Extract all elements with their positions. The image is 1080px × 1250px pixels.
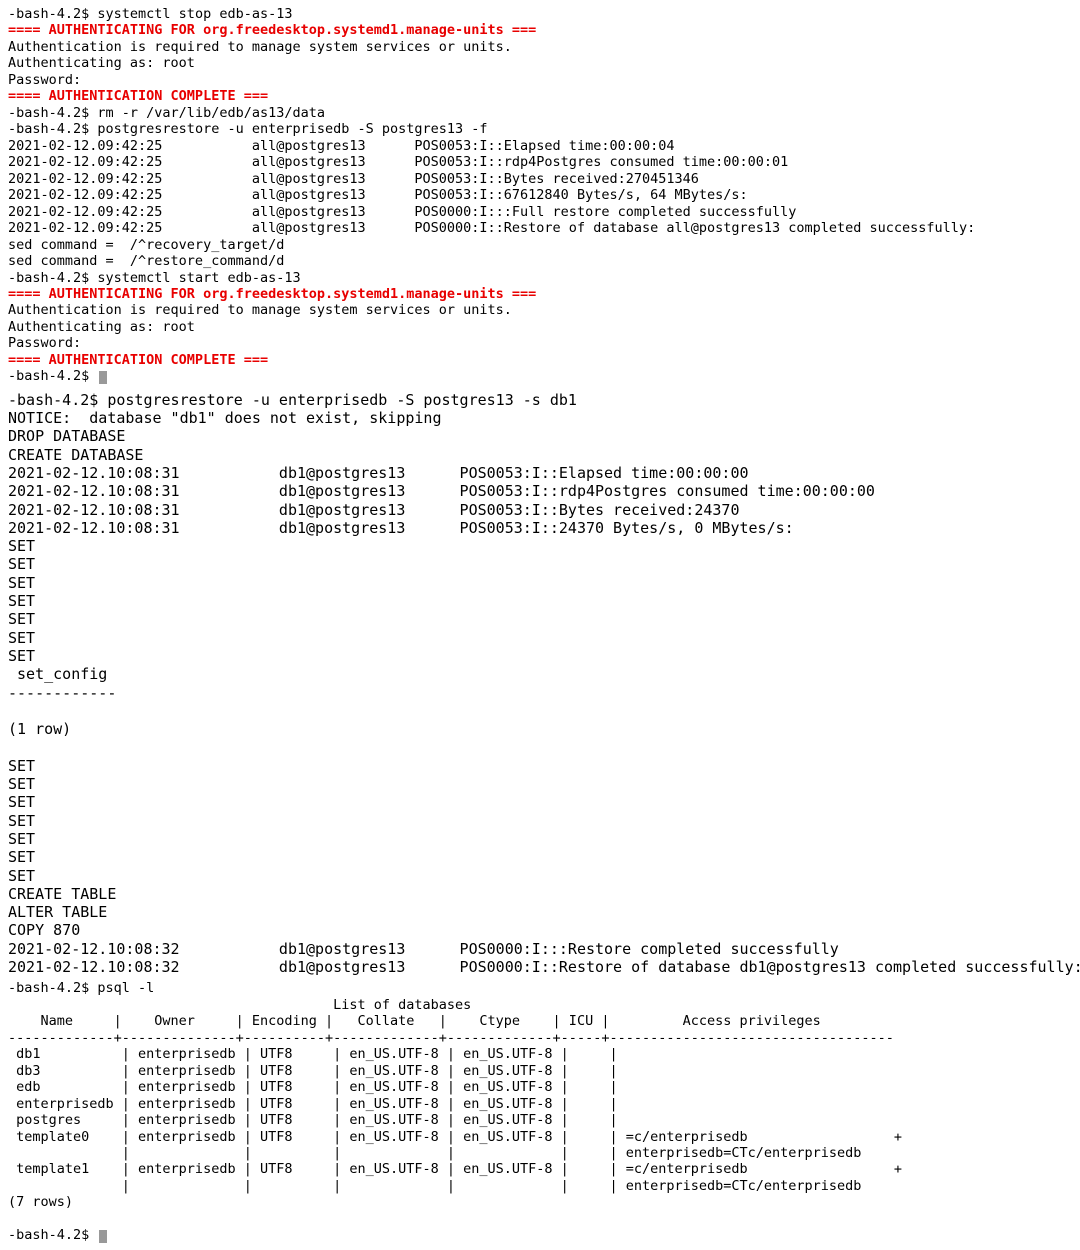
alter-table: ALTER TABLE [8, 903, 1072, 921]
set-line: SET [8, 867, 1072, 885]
blank [8, 1211, 1072, 1227]
prompt-line[interactable]: -bash-4.2$ psql -l [8, 980, 1072, 996]
password-prompt[interactable]: Password: [8, 335, 1072, 351]
shell-prompt-idle[interactable]: -bash-4.2$ [8, 368, 1072, 384]
table-row: db3 | enterprisedb | UTF8 | en_US.UTF-8 … [8, 1063, 1072, 1079]
auth-required: Authentication is required to manage sys… [8, 302, 1072, 318]
auth-complete: ==== AUTHENTICATION COMPLETE === [8, 88, 1072, 104]
db-list-rows: db1 | enterprisedb | UTF8 | en_US.UTF-8 … [8, 1046, 1072, 1194]
cursor-icon [99, 1230, 106, 1244]
set-line: SET [8, 592, 1072, 610]
auth-as: Authenticating as: root [8, 319, 1072, 335]
restore-log: 2021-02-12.09:42:25 all@postgres13 POS00… [8, 138, 1072, 237]
sed-line: sed command = /^recovery_target/d [8, 237, 1072, 253]
create-db: CREATE DATABASE [8, 446, 1072, 464]
table-row: db1 | enterprisedb | UTF8 | en_US.UTF-8 … [8, 1046, 1072, 1062]
cmd-start: systemctl start edb-as-13 [97, 270, 300, 286]
set-line: SET [8, 629, 1072, 647]
sed-line: sed command = /^restore_command/d [8, 253, 1072, 269]
prompt-line[interactable]: -bash-4.2$ systemctl stop edb-as-13 [8, 6, 1072, 22]
set-line: SET [8, 793, 1072, 811]
set-block: SETSETSETSETSETSETSET [8, 757, 1072, 885]
auth-for: ==== AUTHENTICATING FOR org.freedesktop.… [8, 22, 1072, 38]
cmd-stop: systemctl stop edb-as-13 [97, 6, 292, 22]
table-row: template1 | enterprisedb | UTF8 | en_US.… [8, 1161, 1072, 1177]
blank [8, 702, 1072, 720]
log-line: 2021-02-12.09:42:25 all@postgres13 POS00… [8, 204, 1072, 220]
notice-line: NOTICE: database "db1" does not exist, s… [8, 409, 1072, 427]
cmd-restore-full: postgresrestore -u enterprisedb -S postg… [97, 121, 487, 137]
set-line: SET [8, 537, 1072, 555]
prompt-line[interactable]: -bash-4.2$ systemctl start edb-as-13 [8, 270, 1072, 286]
set-line: SET [8, 647, 1072, 665]
set-line: SET [8, 775, 1072, 793]
auth-as: Authenticating as: root [8, 55, 1072, 71]
log-line: 2021-02-12.09:42:25 all@postgres13 POS00… [8, 220, 1072, 236]
log-line: 2021-02-12.10:08:32 db1@postgres13 POS00… [8, 940, 1072, 958]
set-block: SETSETSETSETSETSETSET [8, 537, 1072, 665]
cursor-icon [99, 371, 106, 385]
dashes: ------------ [8, 684, 1072, 702]
drop-db: DROP DATABASE [8, 427, 1072, 445]
set-line: SET [8, 812, 1072, 830]
table-row: postgres | enterprisedb | UTF8 | en_US.U… [8, 1112, 1072, 1128]
cmd-rm: rm -r /var/lib/edb/as13/data [97, 105, 325, 121]
table-row: | | | | | | enterprisedb=CTc/enterprised… [8, 1178, 1072, 1194]
log-line: 2021-02-12.10:08:31 db1@postgres13 POS00… [8, 482, 1072, 500]
prompt-line[interactable]: -bash-4.2$ postgresrestore -u enterprise… [8, 391, 1072, 409]
cmd-restore-db1: postgresrestore -u enterprisedb -S postg… [107, 391, 577, 409]
create-table: CREATE TABLE [8, 885, 1072, 903]
shell-prompt-idle[interactable]: -bash-4.2$ [8, 1227, 1072, 1243]
set-line: SET [8, 757, 1072, 775]
table-row: edb | enterprisedb | UTF8 | en_US.UTF-8 … [8, 1079, 1072, 1095]
table-row: enterprisedb | enterprisedb | UTF8 | en_… [8, 1096, 1072, 1112]
log-line: 2021-02-12.09:42:25 all@postgres13 POS00… [8, 138, 1072, 154]
log-line: 2021-02-12.10:08:31 db1@postgres13 POS00… [8, 519, 1072, 537]
db-list-header: Name | Owner | Encoding | Collate | Ctyp… [8, 1013, 1072, 1029]
log-line: 2021-02-12.09:42:25 all@postgres13 POS00… [8, 171, 1072, 187]
set-line: SET [8, 555, 1072, 573]
log-line: 2021-02-12.10:08:32 db1@postgres13 POS00… [8, 958, 1072, 976]
prompt-line[interactable]: -bash-4.2$ postgresrestore -u enterprise… [8, 121, 1072, 137]
one-row: (1 row) [8, 720, 1072, 738]
cmd-psql-list: psql -l [97, 980, 154, 996]
table-row: | | | | | | enterprisedb=CTc/enterprised… [8, 1145, 1072, 1161]
password-prompt[interactable]: Password: [8, 72, 1072, 88]
blank [8, 738, 1072, 756]
db-list-title: List of databases [8, 997, 1072, 1013]
shell-prompt: -bash-4.2$ [8, 6, 97, 22]
log-line: 2021-02-12.09:42:25 all@postgres13 POS00… [8, 187, 1072, 203]
table-row: template0 | enterprisedb | UTF8 | en_US.… [8, 1129, 1072, 1145]
db-list-separator: -------------+--------------+----------+… [8, 1030, 1072, 1046]
prompt-line[interactable]: -bash-4.2$ rm -r /var/lib/edb/as13/data [8, 105, 1072, 121]
restore-end-log: 2021-02-12.10:08:32 db1@postgres13 POS00… [8, 940, 1072, 977]
restore-log: 2021-02-12.10:08:31 db1@postgres13 POS00… [8, 464, 1072, 537]
set-config: set_config [8, 665, 1072, 683]
auth-required: Authentication is required to manage sys… [8, 39, 1072, 55]
copy-count: COPY 870 [8, 921, 1072, 939]
auth-complete: ==== AUTHENTICATION COMPLETE === [8, 352, 1072, 368]
log-line: 2021-02-12.09:42:25 all@postgres13 POS00… [8, 154, 1072, 170]
log-line: 2021-02-12.10:08:31 db1@postgres13 POS00… [8, 464, 1072, 482]
set-line: SET [8, 574, 1072, 592]
auth-for: ==== AUTHENTICATING FOR org.freedesktop.… [8, 286, 1072, 302]
set-line: SET [8, 848, 1072, 866]
set-line: SET [8, 830, 1072, 848]
set-line: SET [8, 610, 1072, 628]
log-line: 2021-02-12.10:08:31 db1@postgres13 POS00… [8, 501, 1072, 519]
db-row-count: (7 rows) [8, 1194, 1072, 1210]
